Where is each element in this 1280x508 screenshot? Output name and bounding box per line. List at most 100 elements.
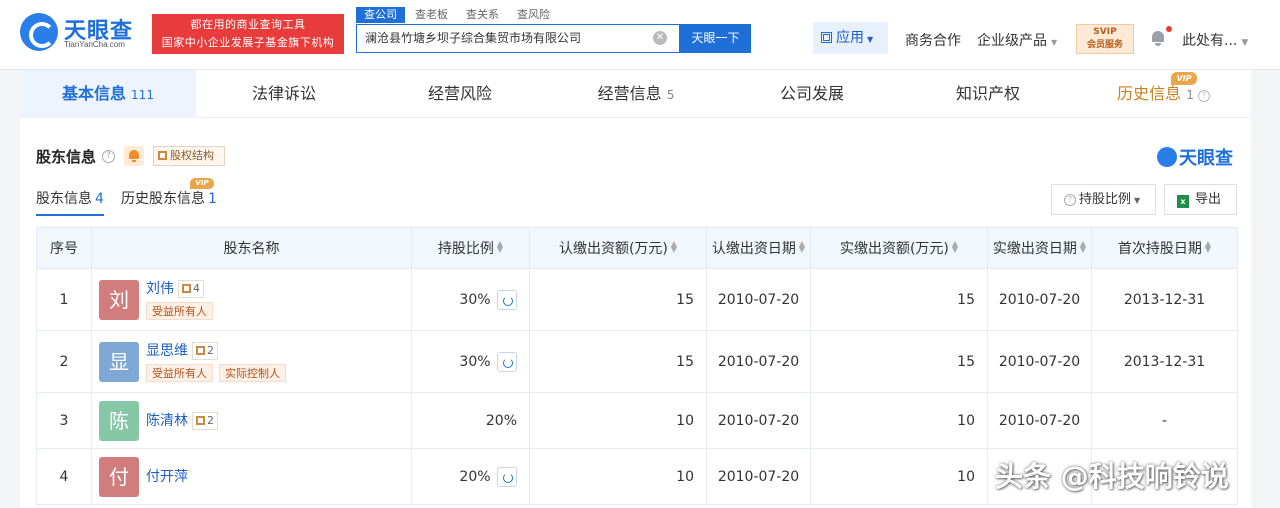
monitor-bell-icon[interactable]: [124, 146, 144, 166]
cell-shareholder: 刘 刘伟 4 受益所有人: [91, 268, 412, 331]
cell-sub-date: 2010-07-20: [706, 330, 811, 393]
help-icon[interactable]: ?: [102, 150, 115, 163]
cell-shareholder: 显 显思维 2 受益所有人 实际控制人: [91, 330, 412, 393]
export-label: 导出: [1195, 192, 1222, 207]
structure-icon: [158, 151, 167, 160]
main-tabs: 基本信息 111 法律诉讼 经营风险 经营信息 5 公司发展 知识产权 历史信息 1?: [20, 70, 1251, 118]
subtab-label: 股东信息: [36, 191, 92, 207]
equity-chain-badge[interactable]: 4: [178, 280, 204, 298]
shareholding-ratio-dropdown[interactable]: ? 持股比例 ▼: [1051, 184, 1156, 215]
subtab-shareholders[interactable]: 股东信息 4: [36, 188, 104, 216]
table-row: 3 陈 陈清林 2 20% 10 2010-07-20 10 2010-07-20…: [36, 392, 1238, 449]
tab-history-info[interactable]: 历史信息 1?: [1076, 70, 1251, 118]
search-tab-relation[interactable]: 查关系: [458, 7, 507, 23]
unread-dot: [1166, 26, 1172, 32]
tab-label: 公司发展: [779, 84, 844, 103]
avatar[interactable]: 陈: [99, 401, 139, 441]
col-header-first-date[interactable]: 首次持股日期 ▲ ▼: [1091, 227, 1238, 269]
cell-ratio: 20%: [411, 392, 530, 449]
equity-chain-badge[interactable]: 2: [192, 412, 218, 430]
sort-icon: ▲ ▼: [496, 239, 504, 254]
pie-chart-icon[interactable]: [497, 466, 517, 487]
col-header-paid-amount[interactable]: 实缴出资额(万元) ▲ ▼: [810, 227, 988, 269]
enterprise-products-menu[interactable]: 企业级产品 ▼: [977, 30, 1057, 50]
caret-down-icon: ▼: [867, 35, 874, 44]
cell-ratio: 20%: [411, 448, 530, 505]
equity-chain-badge[interactable]: 2: [192, 342, 218, 360]
col-header-paid-date[interactable]: 实缴出资日期 ▲ ▼: [987, 227, 1092, 269]
clear-search-icon[interactable]: ✕: [653, 31, 667, 45]
pie-chart-icon[interactable]: [497, 351, 517, 372]
equity-structure-button[interactable]: 股权结构: [153, 146, 225, 166]
top-bar: 天眼查 TianYanCha.com 都在用的商业查询工具 国家中小企业发展子基…: [0, 0, 1280, 70]
sort-icon: ▲ ▼: [1204, 239, 1212, 254]
user-name: 此处有...: [1182, 33, 1238, 49]
chain-icon: [196, 346, 205, 355]
eye-logo-icon: [20, 13, 58, 51]
shareholder-name-link[interactable]: 付开萍: [146, 469, 188, 485]
search-input[interactable]: 澜沧县竹塘乡坝子综合集贸市场有限公司: [356, 24, 680, 53]
subtab-label: 历史股东信息: [121, 191, 205, 207]
col-header-sub-date[interactable]: 认缴出资日期 ▲ ▼: [706, 227, 811, 269]
cell-sub-amount: 15: [529, 330, 707, 393]
help-icon: ?: [1064, 194, 1076, 206]
table-row: 1 刘 刘伟 4 受益所有人 30% 15 2010-07-20 15 2010-…: [36, 268, 1238, 331]
slogan-banner: 都在用的商业查询工具 国家中小企业发展子基金旗下机构: [152, 14, 344, 54]
shareholder-info: 显思维 2 受益所有人 实际控制人: [146, 340, 292, 382]
avatar[interactable]: 刘: [99, 280, 139, 320]
tab-business-risk[interactable]: 经营风险: [372, 70, 548, 118]
cell-sub-date: 2010-07-20: [706, 392, 811, 449]
avatar[interactable]: 付: [99, 457, 139, 497]
tab-company-development[interactable]: 公司发展: [724, 70, 900, 118]
tab-count: 111: [131, 88, 154, 102]
watermark-text: 头条 @科技响铃说: [995, 460, 1229, 493]
tab-intellectual-property[interactable]: 知识产权: [900, 70, 1076, 118]
col-header-no: 序号: [36, 227, 92, 269]
tag-actual-controller: 实际控制人: [219, 364, 286, 382]
cell-no: 3: [36, 392, 92, 449]
excel-icon: x: [1177, 195, 1189, 208]
avatar[interactable]: 显: [99, 342, 139, 382]
logo-text: 天眼查: [1179, 148, 1233, 169]
search-tab-company[interactable]: 查公司: [356, 7, 405, 23]
svip-member-button[interactable]: SVIP 会员服务: [1076, 24, 1134, 54]
cell-ratio: 30%: [411, 268, 530, 331]
notification-bell-icon[interactable]: [1151, 30, 1165, 46]
help-icon[interactable]: ?: [1197, 90, 1210, 102]
table-header-row: 序号 股东名称 持股比例 ▲ ▼ 认缴出资额(万元) ▲ ▼ 认缴出资日期 ▲ ▼ 实缴出资…: [36, 227, 1238, 269]
tab-legal-litigation[interactable]: 法律诉讼: [196, 70, 372, 118]
shareholder-info: 刘伟 4 受益所有人: [146, 278, 219, 320]
tab-label: 法律诉讼: [251, 84, 316, 103]
tab-basic-info[interactable]: 基本信息 111: [20, 70, 196, 118]
col-header-sub-amount[interactable]: 认缴出资额(万元) ▲ ▼: [529, 227, 707, 269]
subtab-history-shareholders[interactable]: 历史股东信息 1: [121, 188, 217, 214]
search-tab-risk[interactable]: 查风险: [509, 7, 558, 23]
sort-icon: ▲ ▼: [798, 239, 806, 254]
shareholder-name-link[interactable]: 陈清林: [146, 413, 188, 429]
site-logo[interactable]: 天眼查 TianYanCha.com: [20, 13, 148, 53]
search-button[interactable]: 天眼一下: [680, 24, 751, 53]
search-tab-boss[interactable]: 查老板: [407, 7, 456, 23]
tab-business-info[interactable]: 经营信息 5: [548, 70, 724, 118]
pie-chart-icon[interactable]: [497, 289, 517, 310]
tab-label: 经营信息: [597, 84, 662, 103]
shareholder-name-link[interactable]: 显思维: [146, 343, 188, 359]
tab-count: 1: [1186, 88, 1194, 102]
tag-beneficial-owner: 受益所有人: [146, 302, 213, 320]
cell-paid-date: 2010-07-20: [987, 268, 1092, 331]
tab-count: 5: [666, 88, 675, 102]
shareholder-info: 付开萍: [146, 466, 188, 486]
business-cooperation-link[interactable]: 商务合作: [905, 30, 961, 50]
subtab-count: 1: [208, 191, 217, 207]
cell-no: 4: [36, 448, 92, 505]
user-menu[interactable]: 此处有... ▼: [1182, 30, 1248, 50]
cell-sub-amount: 10: [529, 448, 707, 505]
apps-menu-button[interactable]: 应用 ▼: [813, 22, 888, 54]
slogan-line2: 国家中小企业发展子基金旗下机构: [161, 36, 335, 49]
cell-sub-amount: 10: [529, 392, 707, 449]
tianyancha-logo: 天眼查: [1157, 144, 1233, 170]
tab-label: 知识产权: [955, 84, 1020, 103]
col-header-ratio[interactable]: 持股比例 ▲ ▼: [411, 227, 530, 269]
export-button[interactable]: x 导出: [1164, 184, 1237, 215]
shareholder-name-link[interactable]: 刘伟: [146, 281, 174, 297]
